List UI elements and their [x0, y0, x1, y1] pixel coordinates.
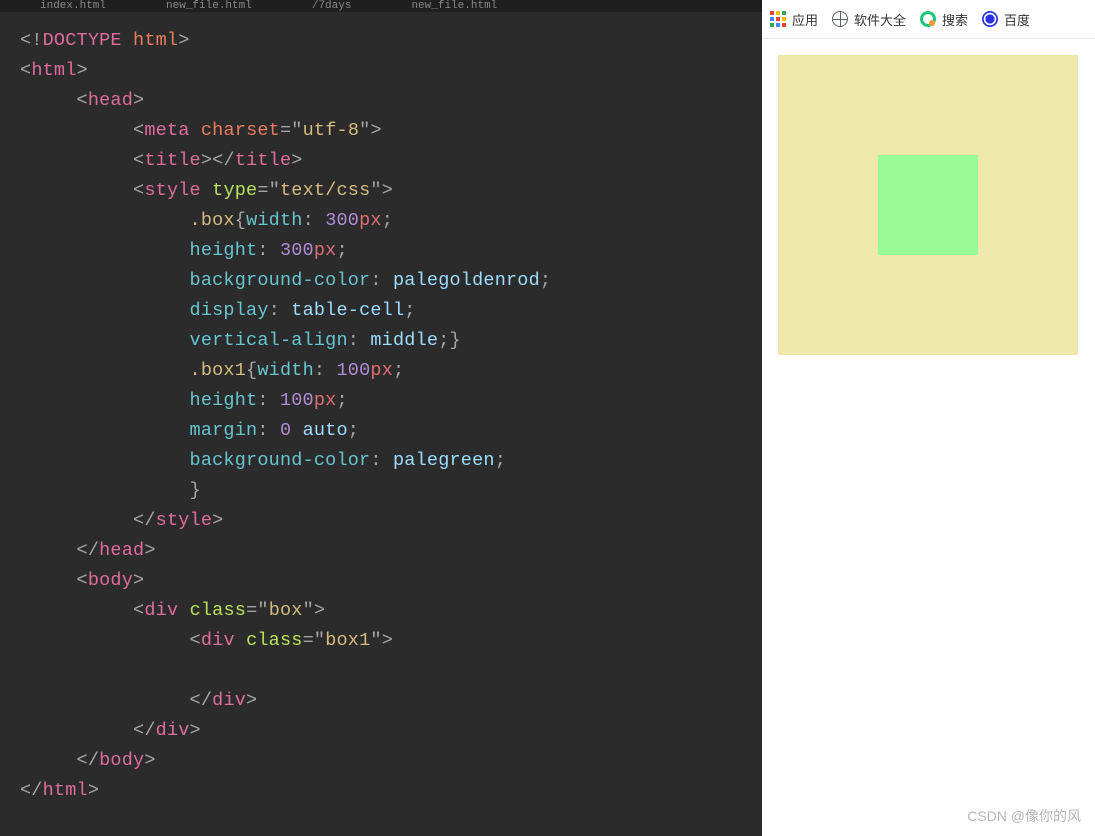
bookmark-label: 软件大全 — [854, 10, 906, 29]
app-root: index.html new_file.html /7days new_file… — [0, 0, 1095, 836]
inner-box — [878, 155, 978, 255]
bookmarks-bar: 应用 软件大全 搜索 百度 — [762, 0, 1095, 39]
bookmark-baidu[interactable]: 百度 — [982, 10, 1030, 29]
globe-icon — [832, 11, 848, 27]
browser-preview-pane: 应用 软件大全 搜索 百度 — [762, 0, 1095, 836]
editor-tabstrip: index.html new_file.html /7days new_file… — [0, 0, 762, 12]
watermark-text: CSDN @像你的风 — [967, 806, 1081, 826]
bookmark-software[interactable]: 软件大全 — [832, 10, 906, 29]
bookmark-label: 百度 — [1004, 10, 1030, 29]
bookmark-label: 搜索 — [942, 10, 968, 29]
bookmark-label: 应用 — [792, 10, 818, 29]
editor-tab[interactable]: new_file.html — [166, 0, 252, 12]
bookmark-search[interactable]: 搜索 — [920, 10, 968, 29]
bookmark-apps[interactable]: 应用 — [770, 10, 818, 29]
editor-tab[interactable]: new_file.html — [411, 0, 497, 12]
rendered-page — [762, 39, 1095, 836]
apps-grid-icon — [770, 11, 786, 27]
editor-tab[interactable]: /7days — [312, 0, 352, 12]
outer-box — [778, 55, 1078, 355]
editor-tab[interactable]: index.html — [40, 0, 106, 12]
code-area[interactable]: <!DOCTYPE html><html> <head> <meta chars… — [0, 12, 762, 820]
baidu-icon — [982, 11, 998, 27]
search-ring-icon — [920, 11, 936, 27]
code-editor-pane: index.html new_file.html /7days new_file… — [0, 0, 762, 836]
